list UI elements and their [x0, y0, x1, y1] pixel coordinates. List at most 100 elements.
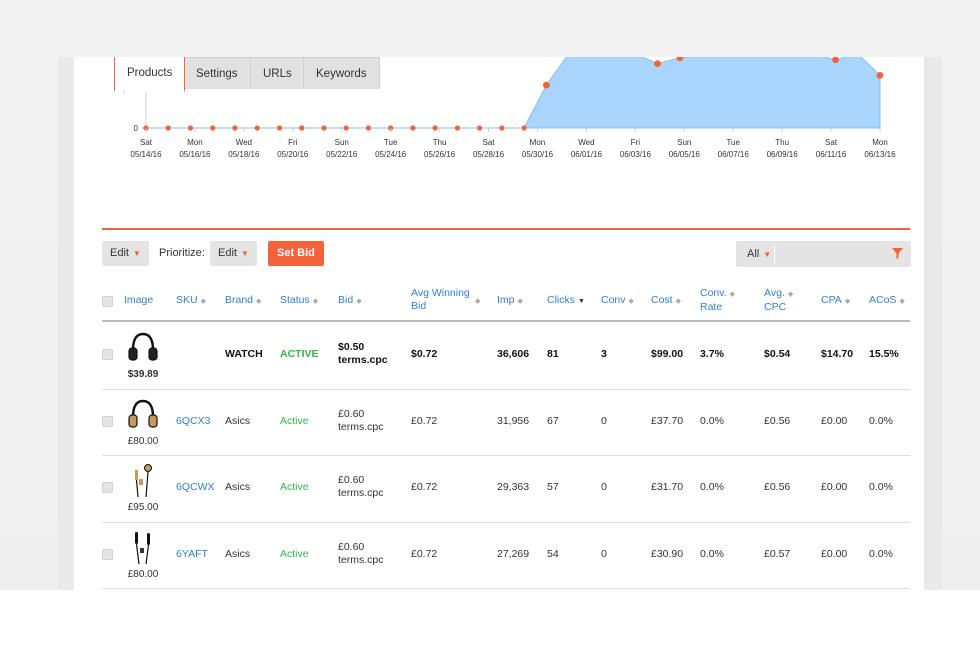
cell-cpa: $14.70: [821, 348, 854, 361]
x-tick-date: 05/16/16: [179, 150, 211, 159]
chevron-down-icon: ▼: [240, 249, 249, 258]
cell-bid: £0.60 terms.cpc: [338, 541, 384, 567]
cell-clicks: 54: [547, 547, 559, 560]
tab-urls[interactable]: URLs: [250, 57, 305, 89]
tab-settings[interactable]: Settings: [183, 57, 251, 89]
data-point: [876, 71, 884, 79]
cell-conv_rate: 0.0%: [700, 414, 724, 427]
prioritize-edit-dropdown[interactable]: Edit ▼: [210, 241, 257, 266]
x-tick-date: 06/13/16: [864, 150, 896, 159]
cell-cpa: £0.00: [821, 481, 848, 494]
col-sku[interactable]: SKU ◆: [176, 294, 206, 308]
cell-conv: 0: [601, 414, 607, 427]
sort-icon: ◆: [899, 298, 905, 305]
cell-avg_win: £0.72: [411, 547, 438, 560]
cell-imp: 36,606: [497, 348, 530, 361]
data-point: [165, 125, 171, 131]
col-cpa[interactable]: CPA ◆: [821, 294, 850, 308]
cell-bid: £0.60 terms.cpc: [338, 474, 384, 500]
data-point: [321, 125, 327, 131]
col-bid[interactable]: Bid ◆: [338, 294, 362, 308]
col-acos[interactable]: ACoS ◆: [869, 294, 905, 308]
cell-bid-source: terms.cpc: [338, 420, 384, 433]
x-tick-day: Sun: [335, 138, 349, 147]
col-conv[interactable]: Conv ◆: [601, 294, 634, 308]
cell-imp: 31,956: [497, 414, 530, 427]
filter-icon[interactable]: [892, 248, 903, 259]
sort-icon: ◆: [356, 298, 362, 305]
cell-bid-value: $0.50: [338, 341, 365, 354]
filter-bar[interactable]: All ▼: [736, 241, 911, 267]
x-tick-day: Sat: [483, 138, 496, 147]
col-status-label: Status: [280, 294, 310, 306]
cell-conv: 3: [601, 348, 607, 361]
cell-brand: WATCH: [225, 348, 263, 361]
cell-bid-value: £0.60: [338, 407, 365, 420]
product-price: £80.00: [127, 435, 159, 447]
sort-icon: ◆: [256, 298, 262, 305]
sort-icon: ◆: [787, 291, 794, 298]
col-status[interactable]: Status ◆: [280, 294, 318, 308]
x-tick-day: Fri: [288, 138, 298, 147]
row-checkbox[interactable]: [102, 548, 113, 560]
product-image[interactable]: [126, 330, 160, 366]
x-tick-day: Sat: [140, 138, 153, 147]
col-cost-label: Cost: [651, 294, 673, 306]
data-point: [365, 125, 372, 131]
product-image[interactable]: [126, 530, 160, 566]
product-image[interactable]: [126, 463, 160, 499]
col-cost[interactable]: Cost ◆: [651, 294, 681, 308]
product-price: £80.00: [127, 568, 159, 580]
row-divider: [102, 521, 910, 523]
select-all-checkbox[interactable]: [102, 296, 113, 307]
data-point: [499, 125, 505, 131]
cell-sku[interactable]: 6QCWX: [176, 481, 215, 494]
col-imp[interactable]: Imp ◆: [497, 294, 523, 308]
product-image[interactable]: [126, 397, 160, 433]
col-image[interactable]: Image: [124, 294, 153, 307]
x-tick-day: Wed: [578, 138, 594, 147]
sort-icon: ◆: [675, 298, 681, 305]
col-clicks-label: Clicks: [547, 294, 575, 306]
row-checkbox[interactable]: [102, 415, 113, 427]
cell-avg_win: £0.72: [411, 481, 438, 494]
right-rail: [924, 57, 942, 590]
row-divider: [102, 455, 910, 456]
cell-bid: $0.50 terms.cpc: [338, 341, 388, 367]
cell-cost: £37.70: [651, 414, 684, 427]
cell-cost: $99.00: [651, 348, 684, 361]
data-point: [477, 125, 483, 131]
col-avg-winning-bid[interactable]: Avg Winning Bid: [411, 287, 470, 313]
cell-clicks: 57: [547, 481, 559, 494]
x-tick-date: 06/11/16: [816, 150, 847, 159]
filter-select[interactable]: All ▼: [747, 241, 771, 268]
col-clicks[interactable]: Clicks ▼: [547, 294, 585, 308]
chevron-down-icon: ▼: [132, 249, 141, 258]
set-bid-button[interactable]: Set Bid: [268, 241, 324, 266]
x-tick-day: Wed: [236, 138, 252, 147]
row-checkbox[interactable]: [102, 349, 113, 361]
x-tick-date: 06/07/16: [718, 150, 750, 159]
cell-clicks: 67: [547, 414, 559, 427]
header-divider: [102, 320, 910, 322]
col-brand[interactable]: Brand ◆: [225, 294, 261, 308]
col-conv-rate[interactable]: Conv. ◆ Rate: [700, 287, 735, 314]
tab-keywords[interactable]: Keywords: [303, 57, 380, 89]
cell-imp: 27,269: [497, 547, 530, 560]
cell-sku[interactable]: 6QCX3: [176, 415, 210, 428]
x-tick-date: 05/22/16: [326, 150, 358, 159]
cell-acos: 15.5%: [869, 348, 899, 361]
col-cpa-label: CPA: [821, 294, 842, 306]
tab-products[interactable]: Products: [114, 57, 186, 92]
cell-sku[interactable]: 6YAFT: [176, 548, 208, 561]
data-point: [454, 125, 460, 131]
x-tick-day: Mon: [872, 138, 888, 147]
edit-dropdown[interactable]: Edit ▼: [102, 241, 149, 266]
data-point: [276, 125, 283, 131]
col-avg-cpc[interactable]: Avg. ◆ CPC: [764, 287, 793, 314]
cell-cpa: £0.00: [821, 547, 848, 560]
cell-avg_win: £0.72: [411, 414, 438, 427]
col-bid-label: Bid: [338, 294, 354, 306]
product-price: $39.89: [127, 369, 159, 380]
row-checkbox[interactable]: [102, 482, 113, 494]
